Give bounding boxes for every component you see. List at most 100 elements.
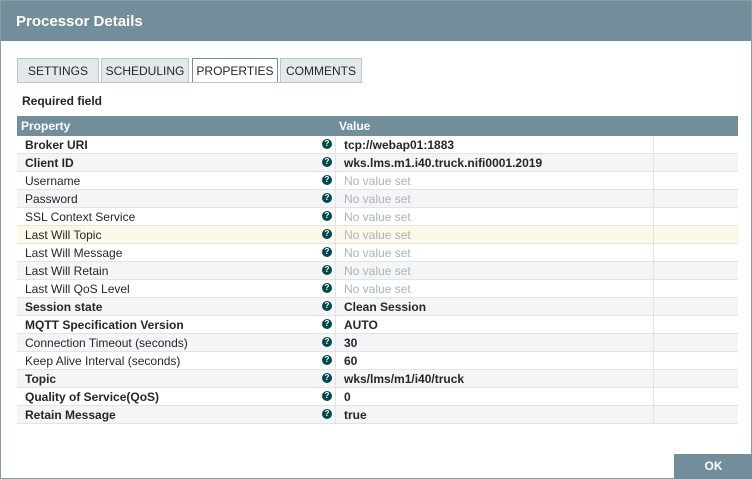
column-divider [653, 262, 654, 279]
property-name: Keep Alive Interval (seconds) [25, 354, 181, 368]
property-name: Password [25, 192, 78, 206]
column-divider [653, 226, 654, 243]
property-name: Last Will Topic [25, 228, 102, 242]
column-header-value[interactable]: Value [339, 119, 370, 133]
column-header-property[interactable]: Property [21, 119, 70, 133]
table-row[interactable]: Last Will Retain? No value set [17, 262, 738, 280]
table-row[interactable]: Connection Timeout (seconds)? 30 [17, 334, 738, 352]
property-value[interactable]: tcp://webap01:1883 [344, 138, 454, 152]
question-circle-icon[interactable]: ? [322, 229, 332, 239]
property-value[interactable]: No value set [344, 174, 411, 188]
column-divider [653, 406, 654, 423]
property-name: Quality of Service(QoS) [25, 390, 160, 404]
column-divider [653, 190, 654, 207]
column-divider [335, 136, 336, 153]
property-name: Retain Message [25, 408, 116, 422]
question-circle-icon[interactable]: ? [322, 337, 332, 347]
property-name: Last Will QoS Level [25, 282, 130, 296]
required-field-label: Required field [22, 94, 103, 108]
table-row[interactable]: Client ID? wks.lms.m1.i40.truck.nifi0001.… [17, 154, 738, 172]
property-value[interactable]: 0 [344, 390, 351, 404]
column-divider [653, 208, 654, 225]
question-circle-icon[interactable]: ? [322, 247, 332, 257]
tab-comments[interactable]: COMMENTS [280, 58, 362, 82]
column-divider [335, 352, 336, 369]
column-divider [653, 172, 654, 189]
question-circle-icon[interactable]: ? [322, 193, 332, 203]
table-row[interactable]: MQTT Specification Version? AUTO [17, 316, 738, 334]
property-name: Topic [25, 372, 57, 386]
question-circle-icon[interactable]: ? [322, 157, 332, 167]
property-value[interactable]: true [344, 408, 367, 422]
column-divider [335, 316, 336, 333]
column-divider [335, 190, 336, 207]
column-divider [653, 370, 654, 387]
property-value[interactable]: No value set [344, 282, 411, 296]
table-row[interactable]: Broker URI? tcp://webap01:1883 [17, 136, 738, 154]
property-value[interactable]: Clean Session [344, 300, 426, 314]
table-row[interactable]: Last Will Topic? No value set [17, 226, 738, 244]
question-circle-icon[interactable]: ? [322, 211, 332, 221]
table-row[interactable]: Last Will Message? No value set [17, 244, 738, 262]
column-divider [653, 280, 654, 297]
question-circle-icon[interactable]: ? [322, 139, 332, 149]
property-value[interactable]: 60 [344, 354, 357, 368]
tab-scheduling[interactable]: SCHEDULING [101, 58, 189, 82]
column-divider [653, 316, 654, 333]
column-divider [335, 262, 336, 279]
question-circle-icon[interactable]: ? [322, 265, 332, 275]
question-circle-icon[interactable]: ? [322, 409, 332, 419]
table-body: Broker URI? tcp://webap01:1883 Client ID? w… [17, 136, 738, 424]
column-divider [335, 406, 336, 423]
dialog-title-bar: Processor Details [1, 1, 751, 41]
column-divider [335, 370, 336, 387]
property-value[interactable]: No value set [344, 192, 411, 206]
column-divider [653, 154, 654, 171]
property-value[interactable]: wks/lms/m1/i40/truck [344, 372, 464, 386]
tab-settings[interactable]: SETTINGS [17, 58, 99, 82]
table-row[interactable]: Retain Message? true [17, 406, 738, 424]
property-value[interactable]: No value set [344, 228, 411, 242]
property-value[interactable]: 30 [344, 336, 357, 350]
question-circle-icon[interactable]: ? [322, 373, 332, 383]
column-divider [653, 244, 654, 261]
question-circle-icon[interactable]: ? [322, 319, 332, 329]
table-row[interactable]: Session state? Clean Session [17, 298, 738, 316]
table-row[interactable]: Password? No value set [17, 190, 738, 208]
column-divider [335, 280, 336, 297]
column-divider [653, 298, 654, 315]
question-circle-icon[interactable]: ? [322, 355, 332, 365]
property-name: Last Will Retain [25, 264, 109, 278]
property-name: Client ID [25, 156, 74, 170]
table-row[interactable]: SSL Context Service? No value set [17, 208, 738, 226]
property-name: Session state [25, 300, 103, 314]
tab-properties[interactable]: PROPERTIES [192, 58, 278, 83]
processor-details-dialog: Processor Details SETTINGS SCHEDULING PR… [0, 0, 752, 479]
question-circle-icon[interactable]: ? [322, 301, 332, 311]
table-row[interactable]: Last Will QoS Level? No value set [17, 280, 738, 298]
property-value[interactable]: wks.lms.m1.i40.truck.nifi0001.2019 [344, 156, 542, 170]
property-name: Broker URI [25, 138, 88, 152]
question-circle-icon[interactable]: ? [322, 391, 332, 401]
table-row[interactable]: Topic? wks/lms/m1/i40/truck [17, 370, 738, 388]
column-divider [653, 352, 654, 369]
property-name: Username [25, 174, 81, 188]
property-name: Last Will Message [25, 246, 123, 260]
property-name: SSL Context Service [25, 210, 136, 224]
column-divider [653, 388, 654, 405]
question-circle-icon[interactable]: ? [322, 283, 332, 293]
table-row[interactable]: Keep Alive Interval (seconds)? 60 [17, 352, 738, 370]
property-value[interactable]: No value set [344, 264, 411, 278]
property-name: MQTT Specification Version [25, 318, 184, 332]
property-value[interactable]: No value set [344, 210, 411, 224]
property-value[interactable]: AUTO [344, 318, 378, 332]
properties-table: Property Value Broker URI? tcp://webap01:… [17, 116, 738, 424]
column-divider [335, 244, 336, 261]
ok-button[interactable]: OK [674, 454, 752, 479]
property-value[interactable]: No value set [344, 246, 411, 260]
dialog-title: Processor Details [16, 13, 143, 30]
table-row[interactable]: Quality of Service(QoS)? 0 [17, 388, 738, 406]
question-circle-icon[interactable]: ? [322, 175, 332, 185]
column-divider [335, 226, 336, 243]
table-row[interactable]: Username? No value set [17, 172, 738, 190]
